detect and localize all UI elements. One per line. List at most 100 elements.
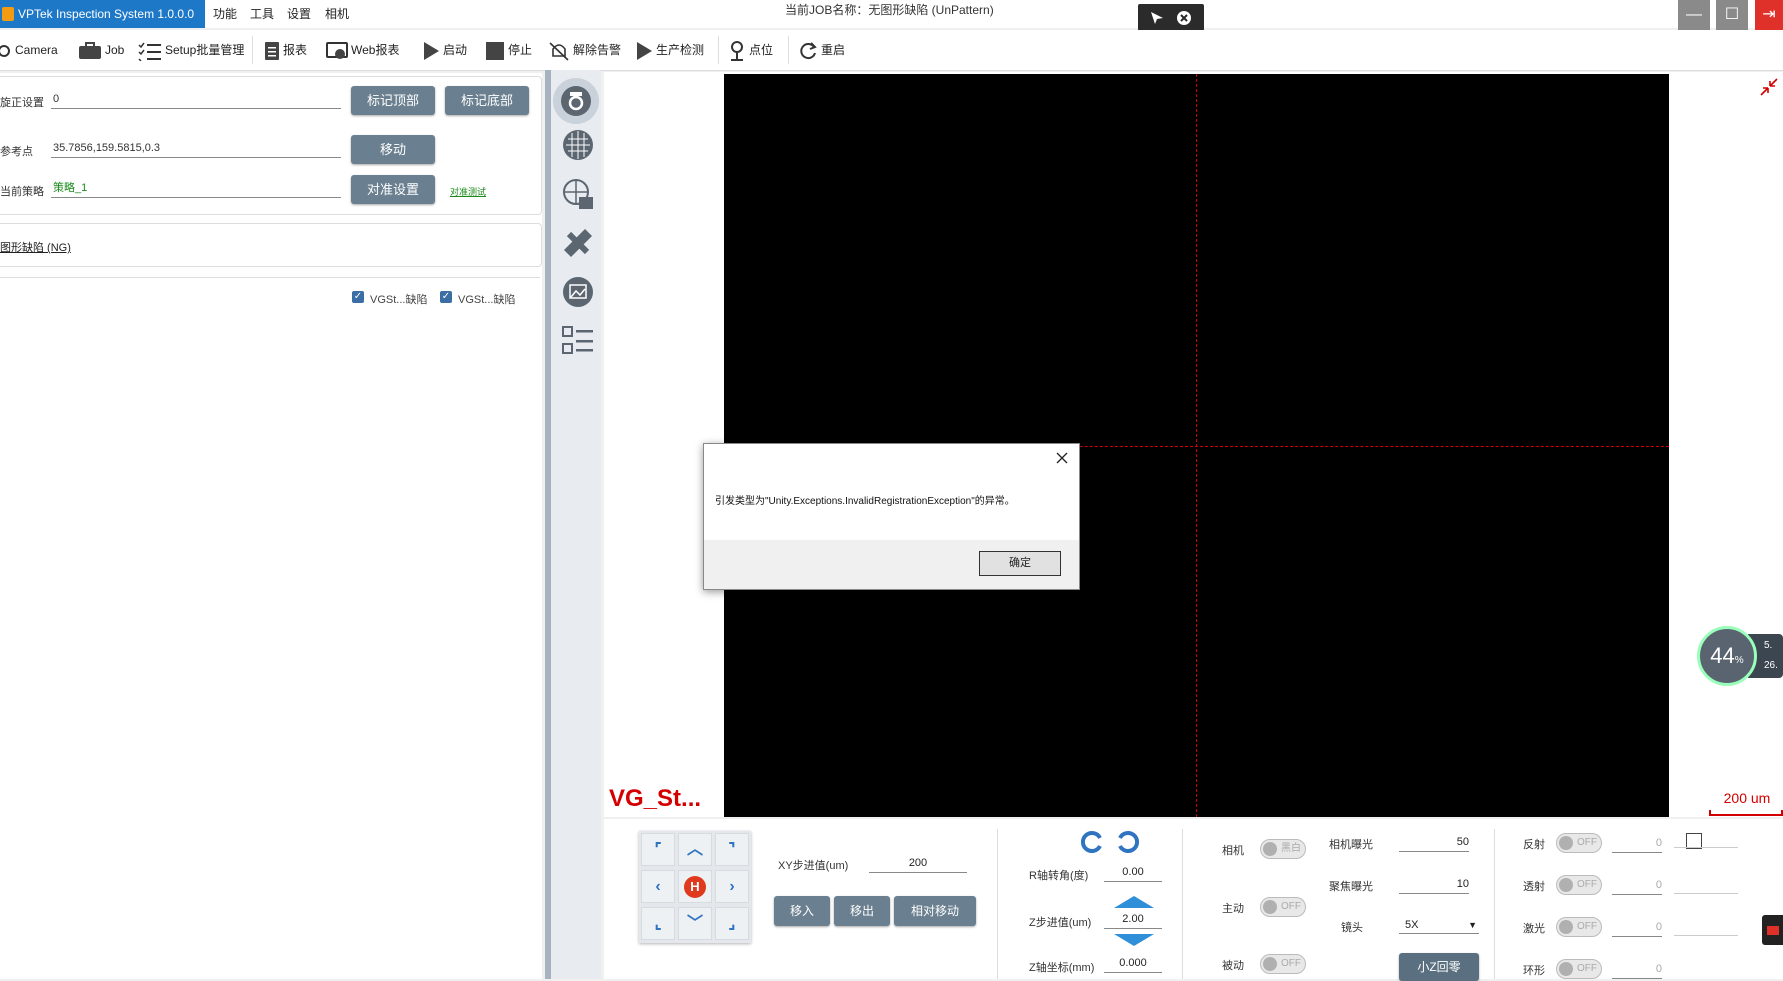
jog-up-button[interactable]: ︿ (678, 833, 712, 866)
move-out-button[interactable]: 移出 (834, 896, 890, 926)
toolbar-setup-button[interactable]: Setup批量管理 (138, 38, 244, 62)
toolbar-job-button[interactable]: Job (78, 38, 124, 62)
toolbar-production-button[interactable]: 生产检测 (635, 38, 704, 62)
ruler-icon (564, 229, 592, 257)
play-icon (424, 41, 439, 60)
camera-view-button[interactable] (553, 78, 599, 124)
active-toggle[interactable]: OFF (1260, 897, 1306, 917)
move-in-button[interactable]: 移入 (774, 896, 830, 926)
z-step-field[interactable]: 2.00 (1104, 910, 1162, 929)
transmit-light-toggle[interactable]: OFF (1556, 875, 1602, 895)
download-speed: 26. (1764, 660, 1778, 671)
toolbar-camera-button[interactable]: Camera (0, 38, 58, 62)
close-icon[interactable] (1056, 452, 1068, 464)
rotate-ccw-icon[interactable] (1078, 829, 1106, 855)
app-logo-icon (2, 7, 14, 21)
jog-down-left-button[interactable]: ⌞ (641, 907, 675, 940)
jog-up-right-button[interactable]: ⌝ (715, 833, 749, 866)
minimize-button[interactable]: — (1678, 0, 1710, 30)
relative-move-button[interactable]: 相对移动 (894, 896, 976, 926)
transmit-light-select[interactable] (1674, 893, 1738, 894)
camera-mode-toggle[interactable]: 黑白 (1260, 839, 1306, 859)
z-home-button[interactable]: 小Z回零 (1399, 953, 1479, 981)
focus-exposure-field[interactable]: 10 (1399, 875, 1469, 894)
usage-gauge[interactable]: 44% (1697, 626, 1757, 686)
maximize-button[interactable]: ☐ (1716, 0, 1748, 30)
xy-step-field[interactable]: 200 (869, 854, 967, 873)
rotate-cw-icon[interactable] (1114, 829, 1142, 855)
toolbar-points-label: 点位 (749, 43, 774, 57)
z-coord-field[interactable]: 0.000 (1104, 954, 1162, 973)
toolbar-clear-alarm-button[interactable]: 解除告警 (548, 38, 621, 62)
camera-mode-value: 黑白 (1281, 843, 1301, 854)
jog-down-right-button[interactable]: ⌟ (715, 907, 749, 940)
jog-down-button[interactable]: ﹀ (678, 907, 712, 940)
grid-view-button[interactable] (561, 128, 595, 162)
globe-list-button[interactable] (561, 177, 595, 211)
toolbar: Camera Job Setup批量管理 报表 Web报表 启动 停止 解除告警… (0, 30, 1783, 71)
camera-exposure-field[interactable]: 50 (1399, 833, 1469, 852)
jog-home-button[interactable]: H (678, 870, 712, 903)
divider (1494, 829, 1495, 979)
toolbar-report-button[interactable]: 报表 (264, 38, 307, 62)
report-icon (265, 41, 279, 60)
close-circle-icon[interactable] (1176, 10, 1192, 26)
passive-toggle[interactable]: OFF (1260, 954, 1306, 974)
chevron-down-icon: ▼ (1468, 920, 1477, 930)
menu-function[interactable]: 功能 (213, 0, 237, 28)
rotation-setting-field[interactable]: 0 (51, 89, 341, 109)
toolbar-clear-alarm-label: 解除告警 (573, 43, 622, 57)
defect-checkbox-2[interactable]: ✓ (440, 291, 452, 303)
reference-point-field[interactable]: 35.7856,159.5815,0.3 (51, 138, 341, 158)
side-folder-tab[interactable] (1762, 915, 1783, 945)
title-bar: VPTek Inspection System 1.0.0.0 功能 工具 设置… (0, 0, 1783, 31)
dialog-ok-button[interactable]: 确定 (979, 551, 1061, 576)
divider (0, 277, 540, 278)
r-angle-field[interactable]: 0.00 (1104, 863, 1162, 882)
stop-icon (486, 41, 504, 60)
jog-up-left-button[interactable]: ⌜ (641, 833, 675, 866)
laser-light-field[interactable]: 0 (1612, 918, 1662, 937)
toolbar-report-label: 报表 (283, 43, 308, 57)
mark-bottom-button[interactable]: 标记底部 (445, 86, 529, 115)
jog-right-button[interactable]: › (715, 870, 749, 903)
reflect-light-toggle[interactable]: OFF (1556, 833, 1602, 853)
toolbar-stop-button[interactable]: 停止 (485, 38, 532, 62)
current-strategy-field[interactable]: 策略_1 (51, 178, 341, 198)
motion-control-panel: ⌜ ︿ ⌝ ‹ H › ⌞ ﹀ ⌟ XY步进值(um) 200 移入 移出 相对… (604, 819, 1783, 981)
r-angle-label: R轴转角(度) (1029, 870, 1089, 882)
ring-light-field[interactable]: 0 (1612, 960, 1662, 979)
ruler-tool-button[interactable] (561, 226, 595, 260)
menu-tools[interactable]: 工具 (250, 0, 274, 28)
ring-light-toggle[interactable]: OFF (1556, 959, 1602, 979)
alignment-test-link[interactable]: 对准测试 (450, 185, 486, 198)
move-button[interactable]: 移动 (351, 135, 435, 164)
current-job-label: 当前JOB名称：无图形缺陷 (UnPattern) (785, 3, 994, 17)
toolbar-points-button[interactable]: 点位 (728, 38, 773, 62)
jog-left-button[interactable]: ‹ (641, 870, 675, 903)
exit-button[interactable]: ⇥ (1755, 0, 1783, 30)
pointer-icon[interactable] (1150, 11, 1164, 25)
defect-link[interactable]: 图形缺陷 (NG) (0, 239, 71, 255)
menu-camera[interactable]: 相机 (325, 0, 349, 28)
collapse-arrows-icon[interactable] (1758, 76, 1780, 98)
transmit-light-field[interactable]: 0 (1612, 876, 1662, 895)
globe-list-icon (563, 179, 593, 209)
defect-checkbox-1[interactable]: ✓ (352, 291, 364, 303)
laser-light-toggle[interactable]: OFF (1556, 917, 1602, 937)
reflect-light-select[interactable] (1674, 847, 1738, 848)
menu-settings[interactable]: 设置 (287, 0, 311, 28)
toolbar-start-button[interactable]: 启动 (422, 38, 467, 62)
reflect-light-label: 反射 (1523, 839, 1545, 851)
image-view-button[interactable] (561, 275, 595, 309)
checklist-view-button[interactable] (561, 324, 595, 358)
z-down-icon[interactable] (1112, 932, 1156, 948)
alignment-settings-button[interactable]: 对准设置 (351, 175, 435, 204)
laser-light-select[interactable] (1674, 935, 1738, 936)
z-up-icon[interactable] (1112, 894, 1156, 910)
toolbar-web-report-button[interactable]: Web报表 (326, 38, 399, 62)
toolbar-restart-button[interactable]: 重启 (798, 38, 845, 62)
lens-select[interactable]: 5X ▼ (1399, 916, 1479, 934)
reflect-light-field[interactable]: 0 (1612, 834, 1662, 853)
mark-top-button[interactable]: 标记顶部 (351, 86, 435, 115)
